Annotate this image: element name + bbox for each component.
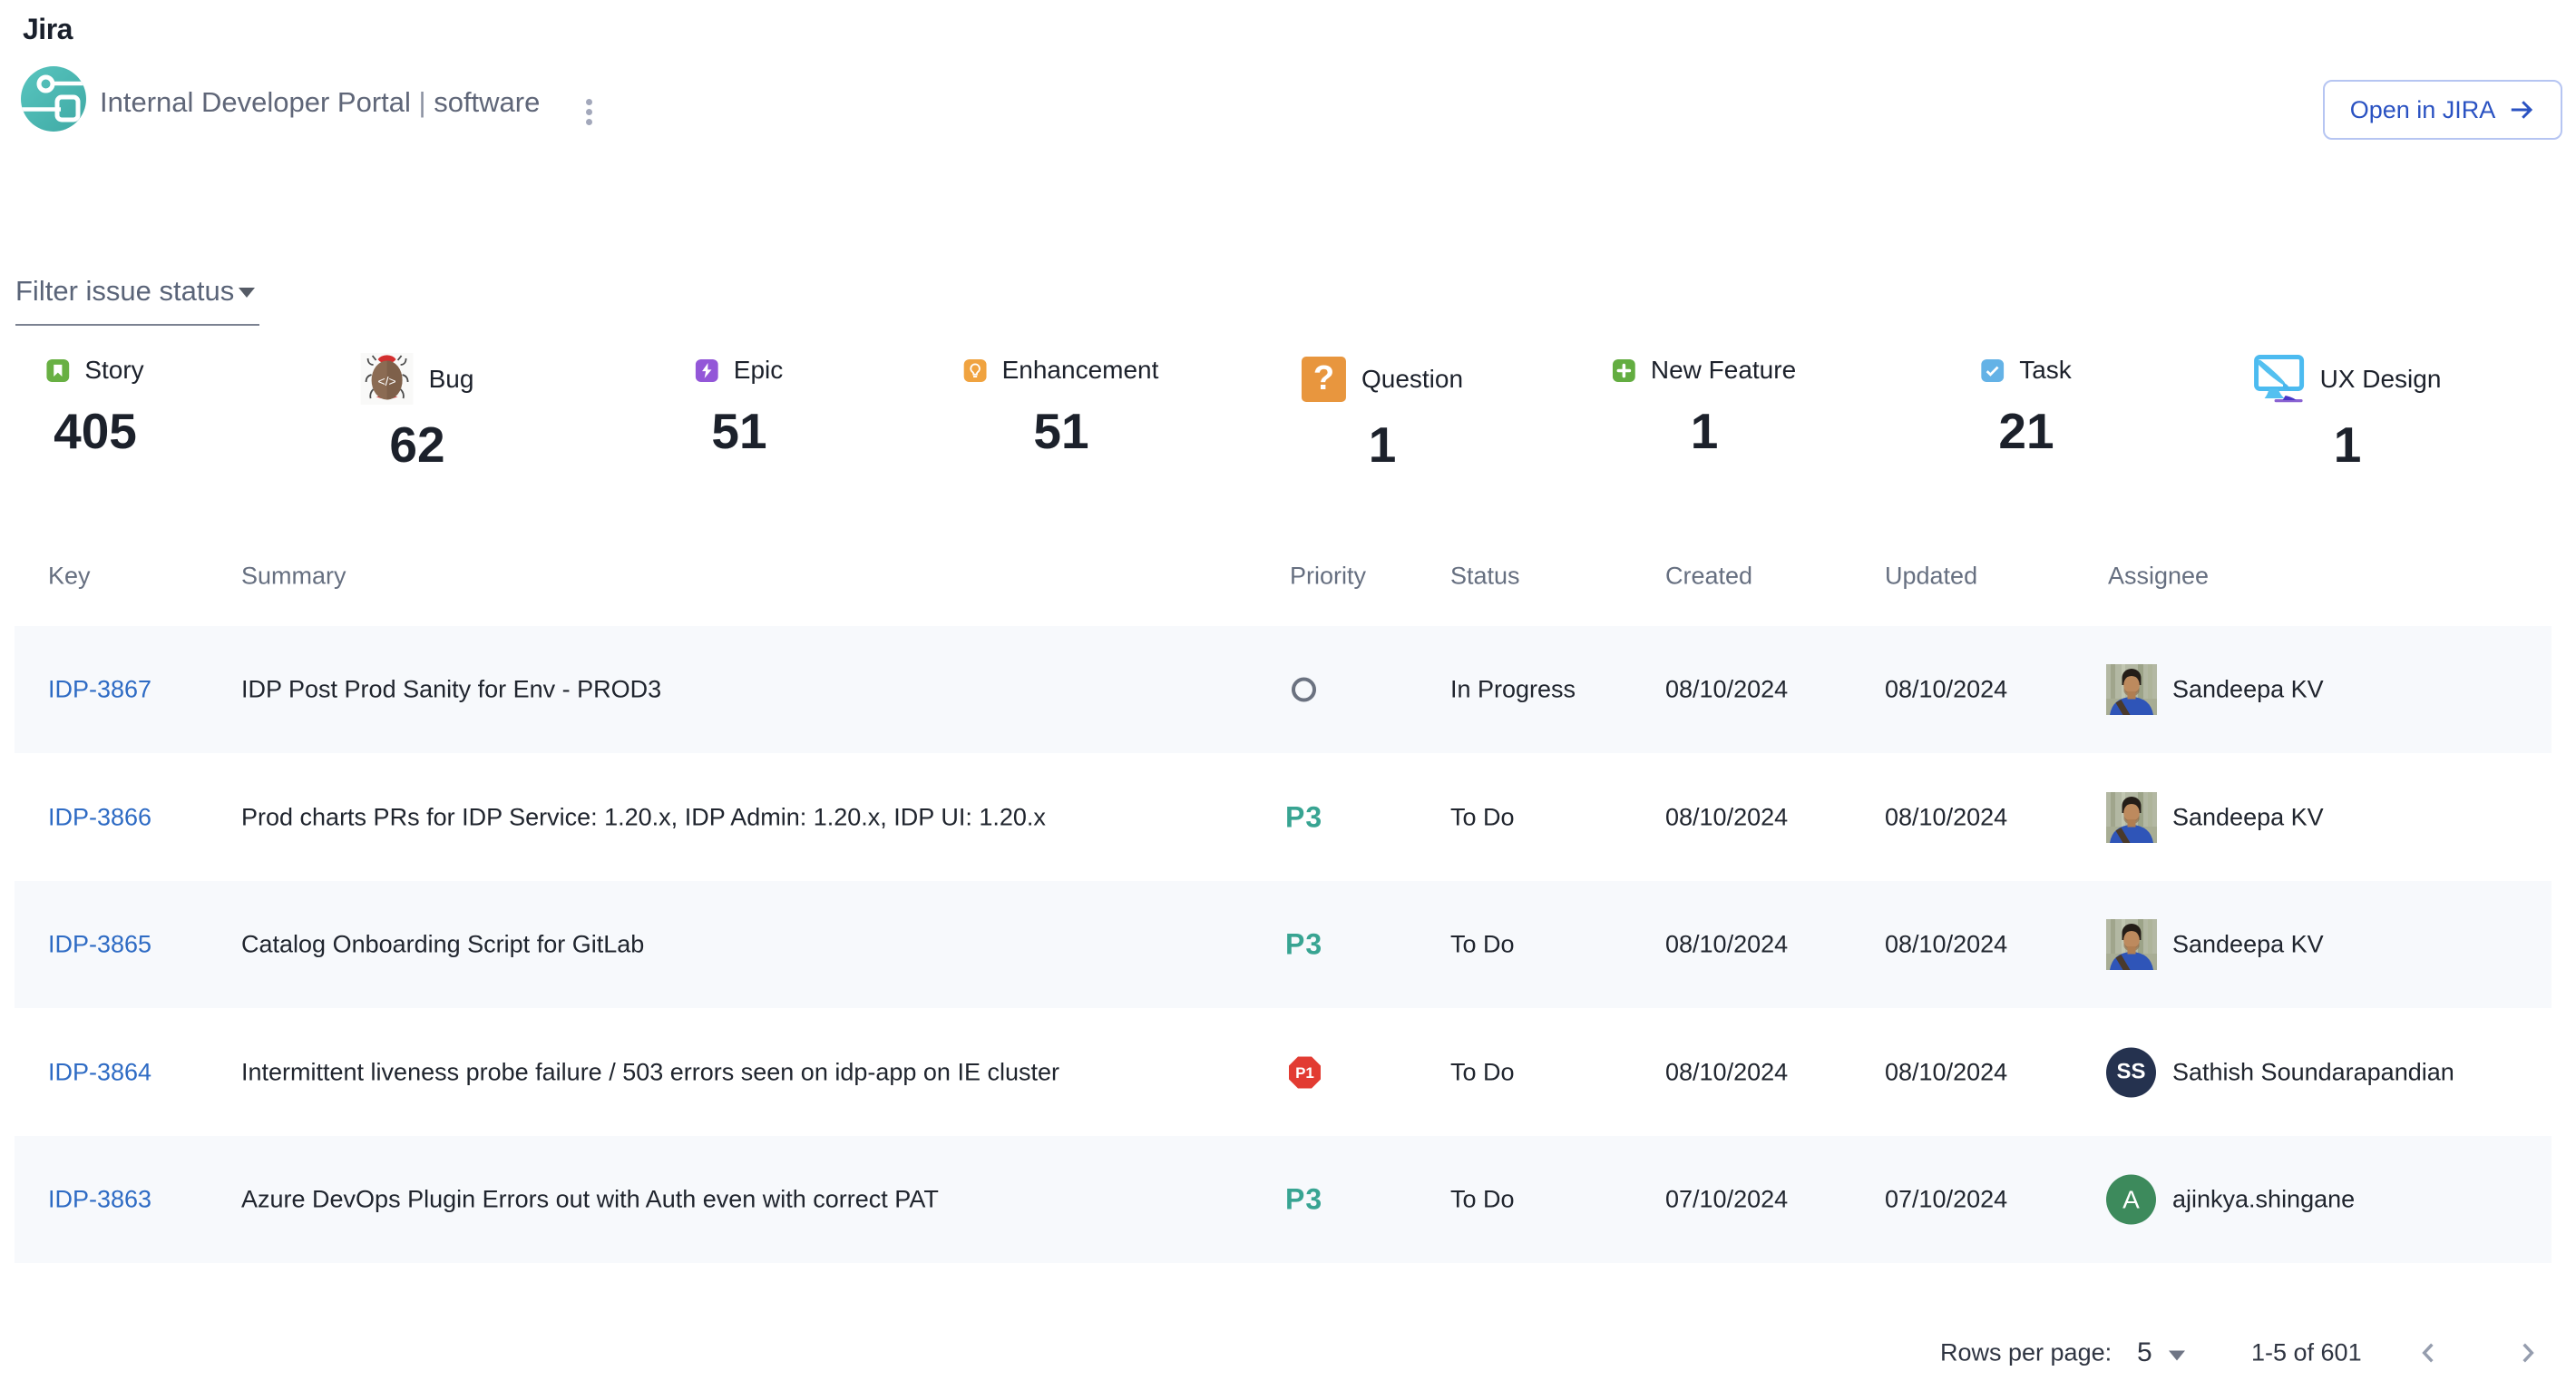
svg-text:P1: P1 — [1295, 1064, 1314, 1082]
svg-text:</>: </> — [377, 374, 395, 388]
